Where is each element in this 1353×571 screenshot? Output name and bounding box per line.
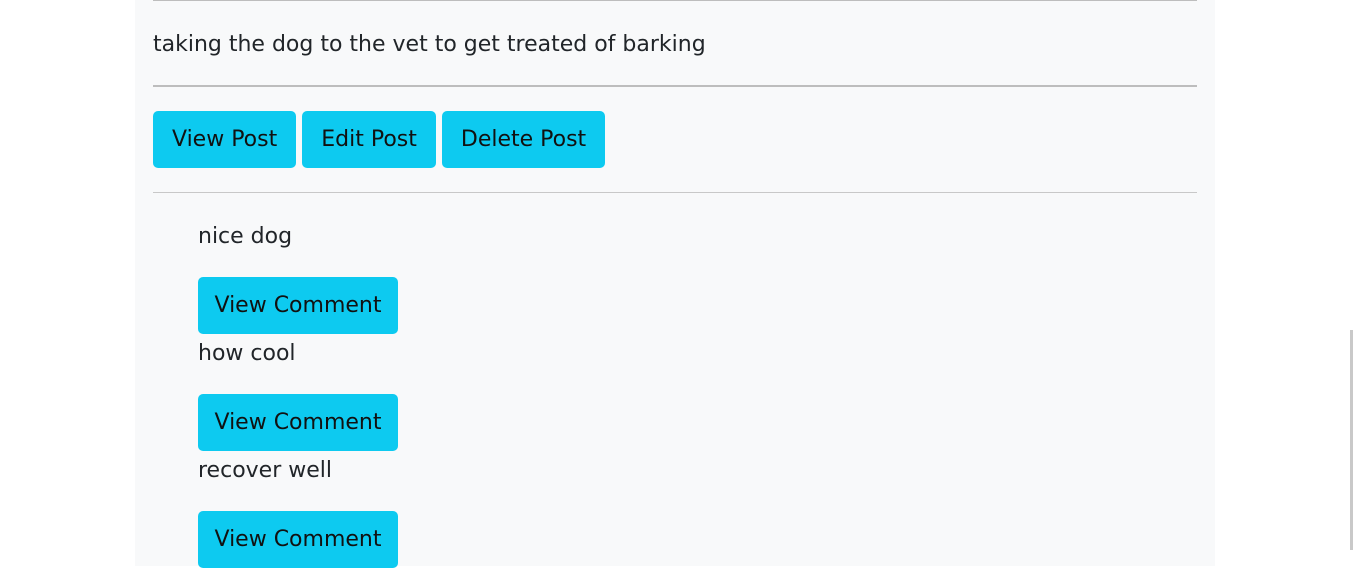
edit-post-button[interactable]: Edit Post (302, 111, 436, 168)
view-comment-button[interactable]: View Comment (198, 511, 398, 568)
view-post-button[interactable]: View Post (153, 111, 297, 168)
view-comment-button[interactable]: View Comment (198, 394, 398, 451)
top-divider (153, 0, 1197, 1)
view-comment-button[interactable]: View Comment (198, 277, 398, 334)
post-actions: View Post Edit Post Delete Post (153, 111, 606, 168)
comments-divider (153, 192, 1197, 193)
post-divider (153, 85, 1197, 87)
post-body-text: taking the dog to the vet to get treated… (153, 32, 706, 57)
comment-text: nice dog (198, 224, 293, 249)
comment-text: how cool (198, 341, 296, 366)
post-card: taking the dog to the vet to get treated… (135, 0, 1215, 568)
delete-post-button[interactable]: Delete Post (441, 111, 606, 168)
comment-text: recover well (198, 458, 332, 483)
